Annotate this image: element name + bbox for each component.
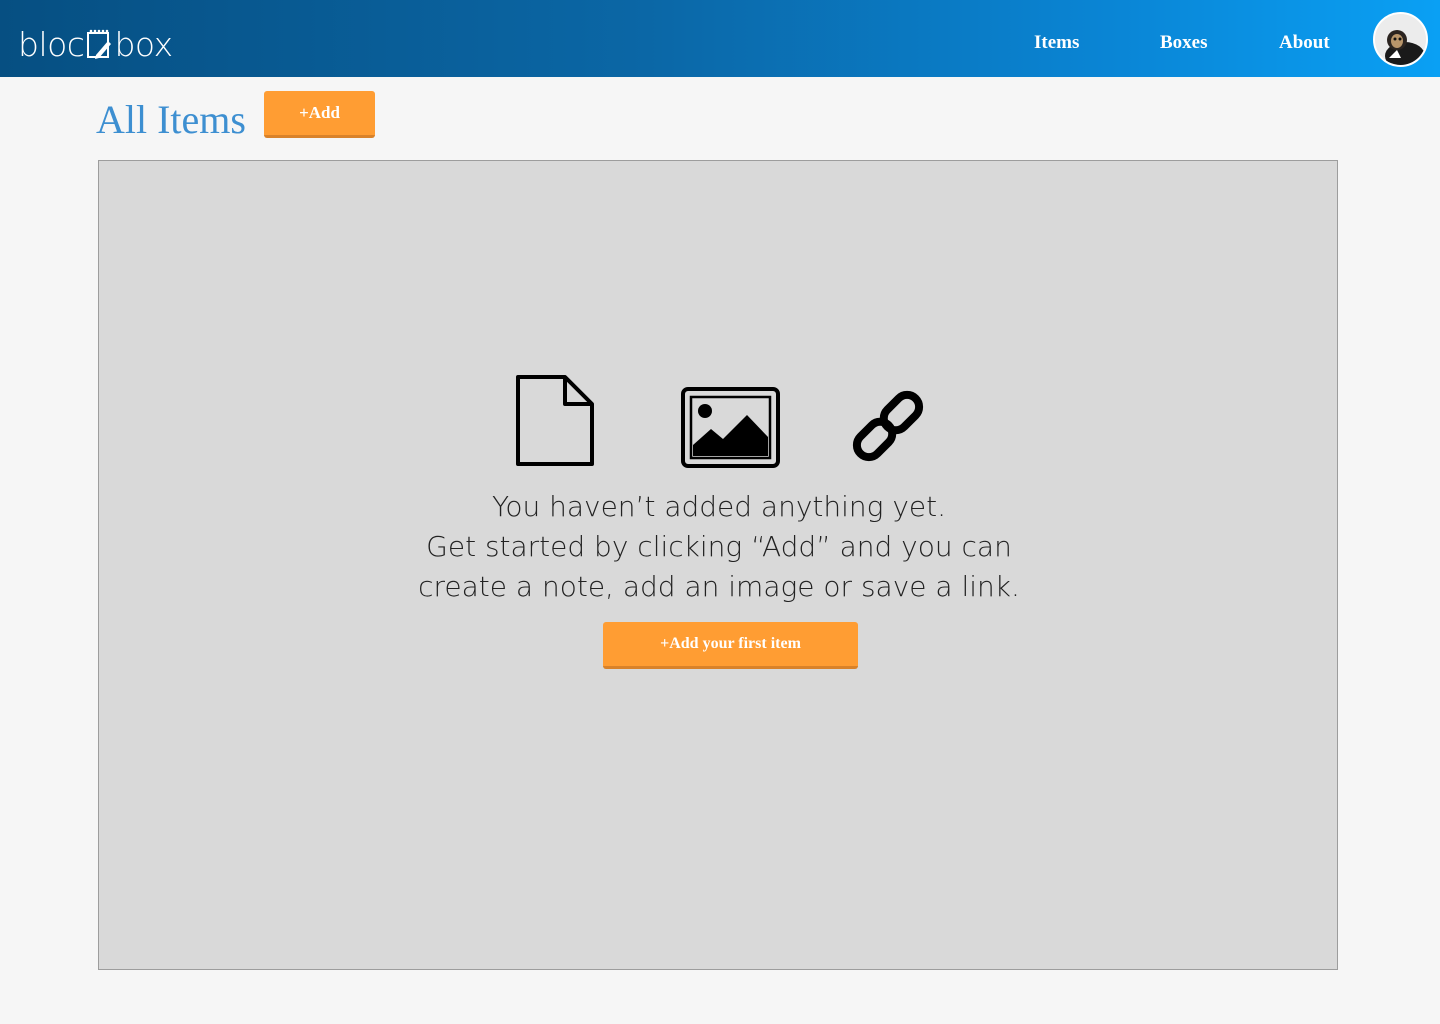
logo-text-right: box [114,25,173,64]
document-icon [515,374,595,472]
items-panel: You haven’t added anything yet. Get star… [98,160,1338,970]
nav-about-link[interactable]: About [1279,32,1330,54]
notepad-pencil-icon [86,27,112,61]
nav-boxes-link[interactable]: Boxes [1160,32,1208,54]
top-nav-bar: bloc box Items Boxes About [0,0,1440,77]
app-logo[interactable]: bloc box [18,20,173,64]
add-button[interactable]: +Add [264,91,375,138]
empty-state-line-3: create a note, add an image or save a li… [418,570,1020,603]
user-avatar[interactable] [1373,12,1428,67]
add-first-item-button[interactable]: +Add your first item [603,622,858,669]
page-title: All Items [96,97,246,142]
image-icon [681,387,780,473]
logo-text-left: bloc [18,25,85,64]
empty-state-message: You haven’t added anything yet. Get star… [99,487,1339,607]
nav-items-link[interactable]: Items [1034,32,1079,54]
link-icon [845,383,931,474]
empty-state-line-1: You haven’t added anything yet. [491,490,947,523]
empty-state-line-2: Get started by clicking “Add” and you ca… [426,530,1012,563]
